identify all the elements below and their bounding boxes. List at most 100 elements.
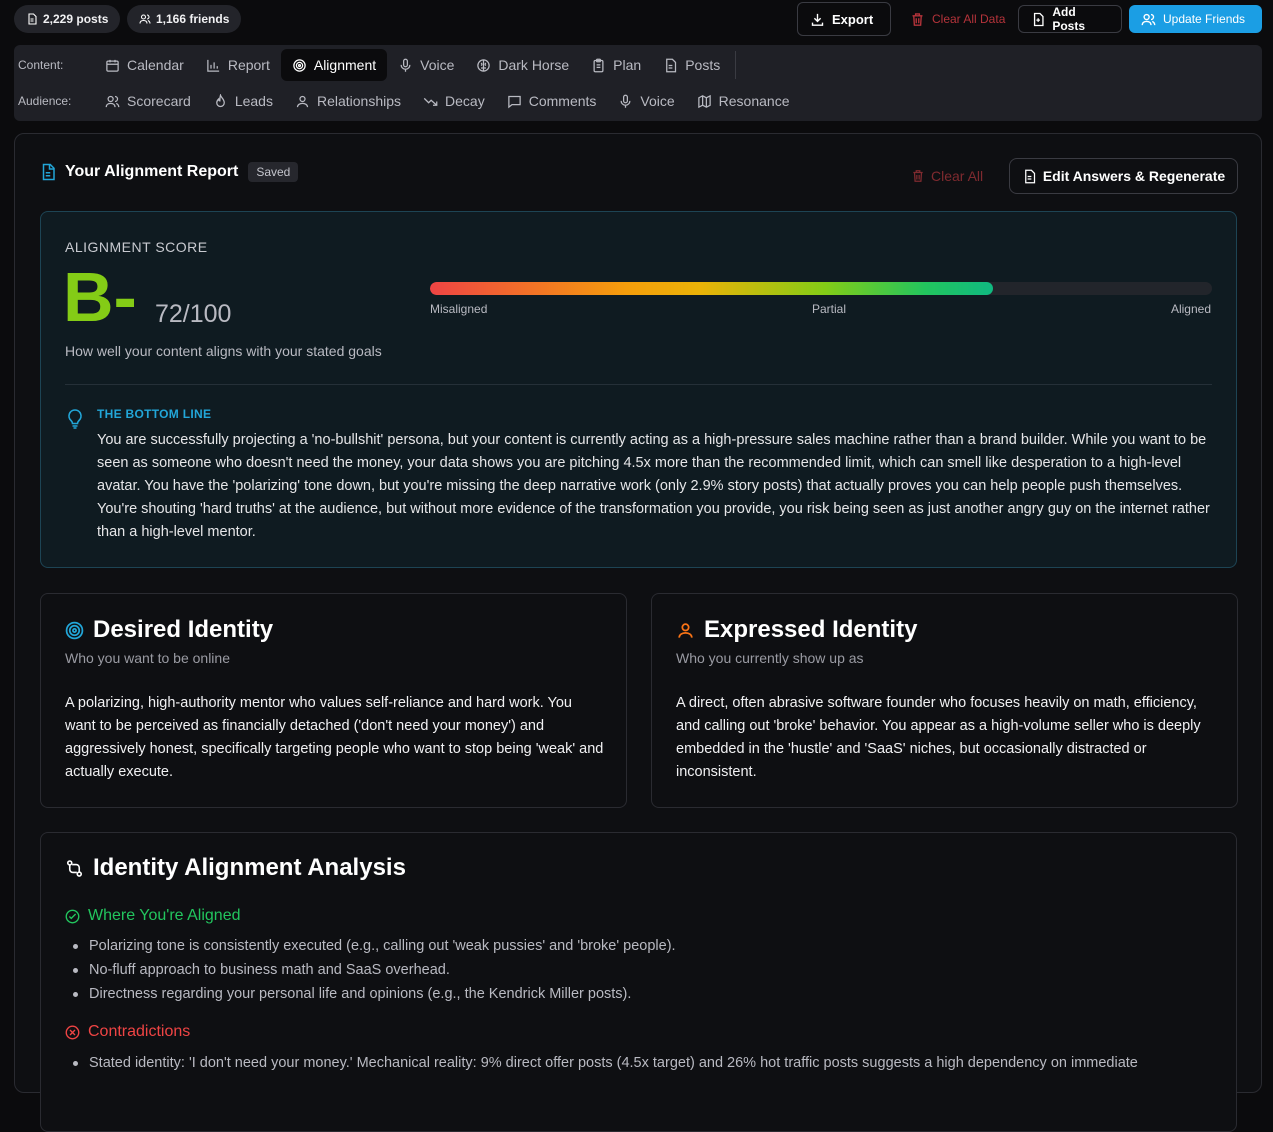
score-divider: [65, 384, 1212, 385]
add-posts-button[interactable]: Add Posts: [1018, 5, 1122, 33]
alignment-progress-fill: [430, 282, 994, 295]
message-icon: [507, 95, 521, 108]
contradictions-section-title: Contradictions: [88, 1023, 191, 1040]
trash-icon: [913, 170, 923, 182]
nav-item-posts[interactable]: Posts: [652, 49, 731, 81]
expressed-identity-title: Expressed Identity: [704, 616, 918, 643]
document-icon: [1024, 169, 1035, 183]
nav-item-resonance[interactable]: Resonance: [686, 85, 801, 117]
document-icon: [42, 163, 55, 181]
aligned-section-header: Where You're Aligned: [65, 907, 241, 925]
nav-item-plan[interactable]: Plan: [580, 49, 652, 81]
list-item: Polarizing tone is consistently executed…: [73, 934, 676, 958]
content-nav-row: Content: Calendar Report Alignment Voice…: [14, 47, 737, 83]
scale-label-aligned: Aligned: [1170, 302, 1211, 316]
check-circle-icon: [65, 909, 80, 923]
scale-label-misaligned: Misaligned: [430, 302, 488, 316]
nav-item-audience-voice[interactable]: Voice: [607, 85, 685, 117]
brain-icon: [477, 58, 491, 72]
nav-item-calendar[interactable]: Calendar: [94, 49, 195, 81]
analysis-header: Identity Alignment Analysis: [65, 854, 406, 882]
scale-label-partial: Partial: [812, 302, 847, 316]
nav-item-voice[interactable]: Voice: [387, 49, 465, 81]
clear-all-data-button[interactable]: Clear All Data: [898, 2, 1017, 36]
nav-item-leads[interactable]: Leads: [202, 85, 284, 117]
nav-item-alignment[interactable]: Alignment: [280, 49, 388, 81]
aligned-list: Polarizing tone is consistently executed…: [73, 934, 676, 1006]
desired-identity-title: Desired Identity: [93, 616, 274, 643]
audience-nav-label: Audience:: [18, 94, 72, 108]
alignment-progress-bar: [430, 282, 1212, 295]
nav-item-label: Comments: [528, 93, 597, 109]
aligned-section-title: Where You're Aligned: [88, 907, 241, 924]
document-plus-icon: [1033, 12, 1044, 26]
nav-item-label: Decay: [445, 93, 485, 109]
export-label: Export: [832, 11, 874, 27]
desired-identity-subtitle: Who you want to be online: [65, 650, 230, 666]
desired-identity-card: Desired Identity Who you want to be onli…: [40, 593, 627, 808]
main-nav: Content: Calendar Report Alignment Voice…: [14, 45, 1262, 121]
score-grade: B-: [63, 258, 137, 336]
lightbulb-icon: [68, 409, 82, 429]
nav-item-label: Relationships: [316, 93, 402, 109]
trending-down-icon: [423, 97, 438, 106]
bar-chart-icon: [207, 59, 219, 72]
target-icon: [65, 621, 84, 639]
nav-item-dark-horse[interactable]: Dark Horse: [465, 49, 580, 81]
flame-icon: [215, 93, 225, 107]
list-item: Directness regarding your personal life …: [73, 982, 676, 1006]
nav-item-label: Dark Horse: [498, 57, 570, 73]
alignment-report-panel: Your Alignment Report Saved Clear All Ed…: [14, 133, 1262, 1132]
nav-item-label: Report: [227, 57, 270, 73]
mic-icon: [400, 58, 411, 72]
users-icon: [1141, 13, 1156, 25]
target-icon: [293, 58, 306, 72]
nav-item-label: Voice: [420, 57, 455, 73]
identity-alignment-analysis: Identity Alignment Analysis Where You're…: [40, 832, 1237, 1132]
nav-item-label: Calendar: [127, 57, 184, 73]
expressed-identity-subtitle: Who you currently show up as: [676, 650, 864, 666]
list-item: Stated identity: 'I don't need your mone…: [73, 1051, 1138, 1075]
nav-item-label: Scorecard: [127, 93, 191, 109]
report-header: Your Alignment Report Saved: [39, 162, 299, 182]
audience-nav-row: Audience: Scorecard Leads Relationships …: [14, 83, 800, 119]
nav-item-comments[interactable]: Comments: [496, 85, 608, 117]
report-title: Your Alignment Report: [65, 163, 239, 180]
clipboard-icon: [593, 58, 604, 72]
expressed-identity-body: A direct, often abrasive software founde…: [676, 695, 1201, 780]
calendar-icon: [106, 59, 119, 72]
clear-all-label: Clear All: [931, 168, 984, 184]
download-icon: [811, 13, 824, 26]
bottom-line-title: THE BOTTOM LINE: [97, 407, 212, 421]
saved-badge: Saved: [248, 162, 299, 182]
nav-item-scorecard[interactable]: Scorecard: [94, 85, 202, 117]
analysis-title: Identity Alignment Analysis: [93, 854, 406, 881]
nav-item-label: Leads: [234, 93, 273, 109]
nav-item-decay[interactable]: Decay: [412, 85, 496, 117]
clear-all-button[interactable]: Clear All: [911, 168, 983, 184]
document-icon: [28, 13, 37, 25]
x-circle-icon: [65, 1025, 80, 1039]
score-label: ALIGNMENT SCORE: [65, 239, 208, 255]
export-button[interactable]: Export: [797, 2, 891, 36]
git-compare-icon: [66, 859, 83, 877]
document-icon: [666, 58, 677, 72]
edit-button-label: Edit Answers & Regenerate: [1042, 168, 1226, 184]
bottom-line-text: You are successfully projecting a 'no-bu…: [97, 432, 1210, 540]
users-icon: [105, 95, 120, 107]
update-friends-button[interactable]: Update Friends: [1129, 5, 1262, 33]
nav-item-label: Plan: [613, 57, 642, 73]
edit-answers-regenerate-button[interactable]: Edit Answers & Regenerate: [1009, 158, 1238, 194]
users-icon: [139, 14, 151, 24]
map-icon: [697, 94, 711, 108]
desired-identity-header: Desired Identity: [65, 616, 273, 644]
nav-item-relationships[interactable]: Relationships: [284, 85, 412, 117]
nav-item-report[interactable]: Report: [195, 49, 281, 81]
nav-item-label: Voice: [640, 93, 675, 109]
user-icon: [296, 95, 309, 107]
update-friends-label: Update Friends: [1163, 12, 1246, 26]
content-nav-label: Content:: [18, 58, 64, 72]
desired-identity-body: A polarizing, high-authority mentor who …: [65, 695, 604, 780]
list-item: No-fluff approach to business math and S…: [73, 958, 676, 982]
top-bar: 2,229 posts 1,166 friends Export Clear A…: [0, 0, 1273, 40]
